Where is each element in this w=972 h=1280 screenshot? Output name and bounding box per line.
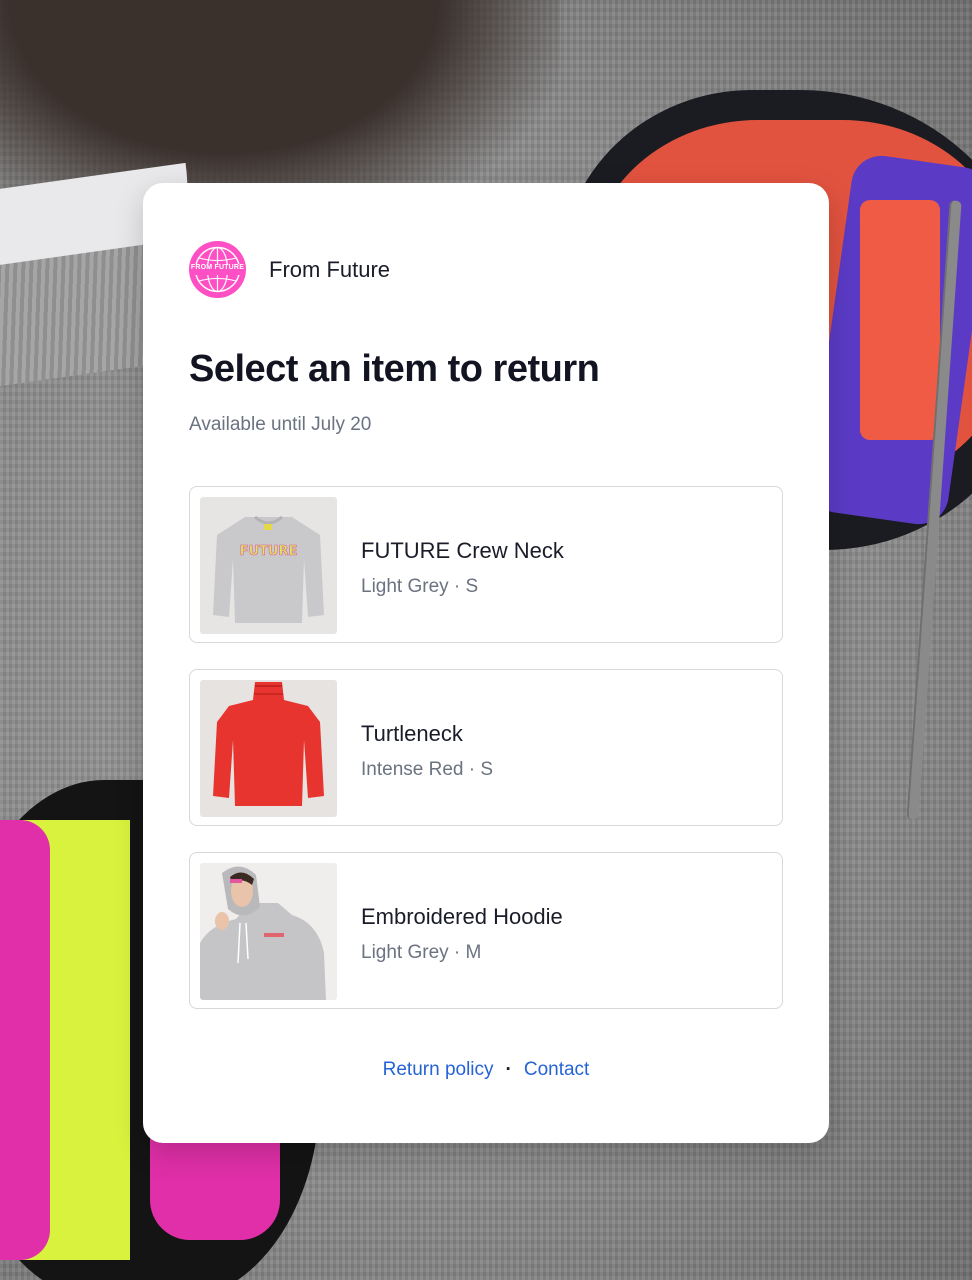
item-card-crew-neck[interactable]: FUTURE FUTURE Crew Neck Light Grey · S (189, 486, 783, 643)
contact-link[interactable]: Contact (524, 1059, 589, 1080)
item-variant: Intense Red · S (361, 759, 494, 780)
availability-text: Available until July 20 (189, 414, 372, 435)
future-print-text: FUTURE (240, 544, 298, 559)
hoodie-thumbnail (200, 863, 337, 1000)
item-list: FUTURE FUTURE Crew Neck Light Grey · S T… (189, 486, 783, 1035)
return-policy-link[interactable]: Return policy (383, 1059, 494, 1080)
brand-name: From Future (269, 256, 391, 282)
item-card-hoodie[interactable]: Embroidered Hoodie Light Grey · M (189, 852, 783, 1009)
item-name: Turtleneck (361, 721, 463, 746)
brand-logo-text: FROM FUTURE (190, 264, 245, 271)
brand-header: FROM FUTURE From Future (189, 241, 390, 298)
return-card: FROM FUTURE From Future Select an item t… (143, 183, 829, 1143)
background-red-stripe (860, 200, 940, 440)
item-name: FUTURE Crew Neck (361, 538, 564, 563)
brand-logo: FROM FUTURE (189, 241, 246, 298)
page-title: Select an item to return (189, 348, 600, 390)
item-card-turtleneck[interactable]: Turtleneck Intense Red · S (189, 669, 783, 826)
footer-links: Return policy · Contact (143, 1059, 829, 1081)
item-variant: Light Grey · S (361, 576, 479, 597)
footer-separator: · (505, 1059, 512, 1080)
item-name: Embroidered Hoodie (361, 904, 563, 929)
background-pink-print (0, 820, 50, 1260)
item-variant: Light Grey · M (361, 942, 482, 963)
turtleneck-thumbnail (200, 680, 337, 817)
crew-neck-thumbnail: FUTURE (200, 497, 337, 634)
